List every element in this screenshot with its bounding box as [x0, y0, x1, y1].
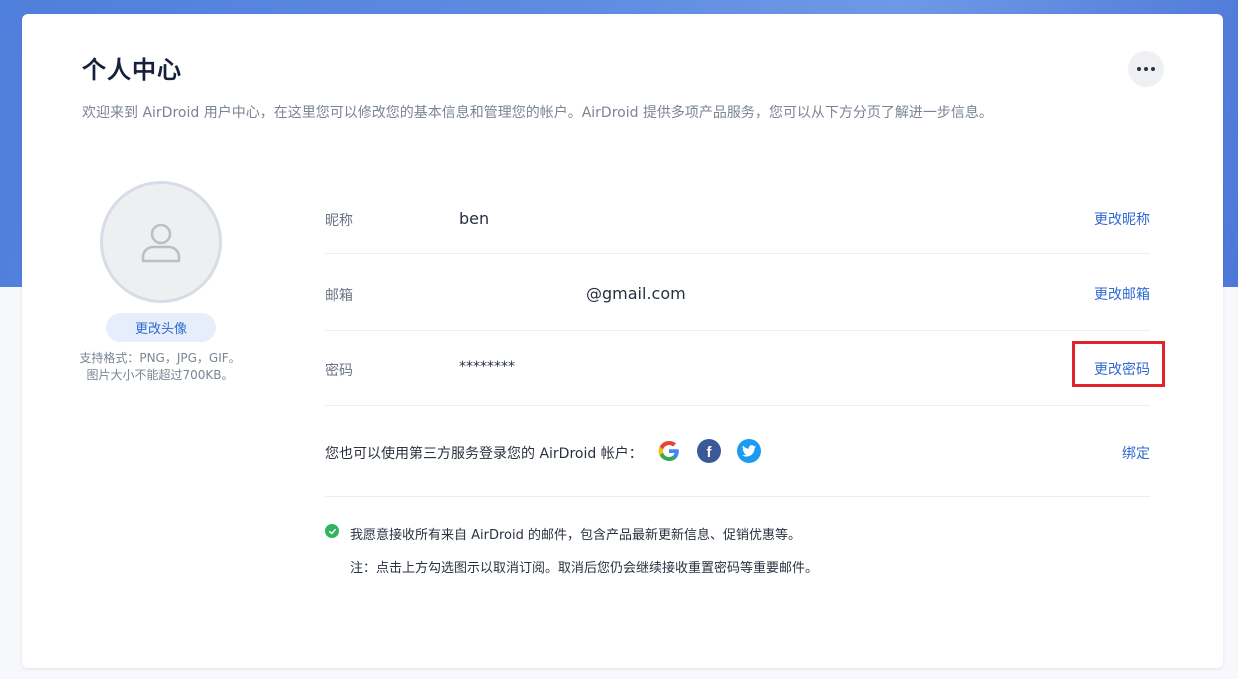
page-title: 个人中心	[82, 56, 182, 84]
nickname-value: ben	[459, 209, 490, 228]
avatar-hint-size: 图片大小不能超过700KB。	[86, 368, 234, 382]
facebook-icon[interactable]: f	[697, 439, 721, 463]
password-label: 密码	[325, 363, 353, 379]
avatar-format-hint: 支持格式：PNG，JPG，GIF。 图片大小不能超过700KB。	[60, 350, 260, 384]
avatar	[100, 181, 222, 303]
change-avatar-button[interactable]: 更改头像	[106, 313, 216, 342]
email-value: @gmail.com	[586, 284, 686, 303]
divider	[325, 253, 1150, 254]
twitter-icon[interactable]	[737, 439, 761, 463]
divider	[325, 405, 1150, 406]
email-row: 邮箱 @gmail.com 更改邮箱	[325, 284, 1150, 308]
email-label: 邮箱	[325, 288, 353, 304]
subscription-note-text: 注：点击上方勾选图示以取消订阅。取消后您仍会继续接收重置密码等重要邮件。	[350, 561, 819, 576]
password-row: 密码 ******** 更改密码	[325, 359, 1150, 383]
highlight-box	[1072, 341, 1165, 387]
nickname-label: 昵称	[325, 213, 353, 229]
check-icon	[328, 528, 336, 534]
password-value: ********	[459, 359, 515, 375]
more-icon	[1137, 67, 1155, 71]
subscription-consent-text: 我愿意接收所有来自 AirDroid 的邮件，包含产品最新更新信息、促销优惠等。	[350, 528, 802, 543]
divider	[325, 496, 1150, 497]
subscription-checkbox[interactable]	[325, 524, 339, 538]
more-options-button[interactable]	[1128, 51, 1164, 87]
page-subtitle: 欢迎来到 AirDroid 用户中心，在这里您可以修改您的基本信息和管理您的帐户…	[82, 105, 993, 121]
bind-accounts-link[interactable]: 绑定	[1122, 443, 1150, 463]
change-email-link[interactable]: 更改邮箱	[1094, 284, 1150, 304]
nickname-row: 昵称 ben 更改昵称	[325, 209, 1150, 233]
divider	[325, 330, 1150, 331]
user-placeholder-icon	[141, 223, 181, 263]
change-nickname-link[interactable]: 更改昵称	[1094, 209, 1150, 229]
avatar-hint-formats: 支持格式：PNG，JPG，GIF。	[79, 351, 241, 365]
third-party-login-text: 您也可以使用第三方服务登录您的 AirDroid 帐户：	[325, 446, 643, 462]
google-icon[interactable]	[657, 439, 681, 463]
